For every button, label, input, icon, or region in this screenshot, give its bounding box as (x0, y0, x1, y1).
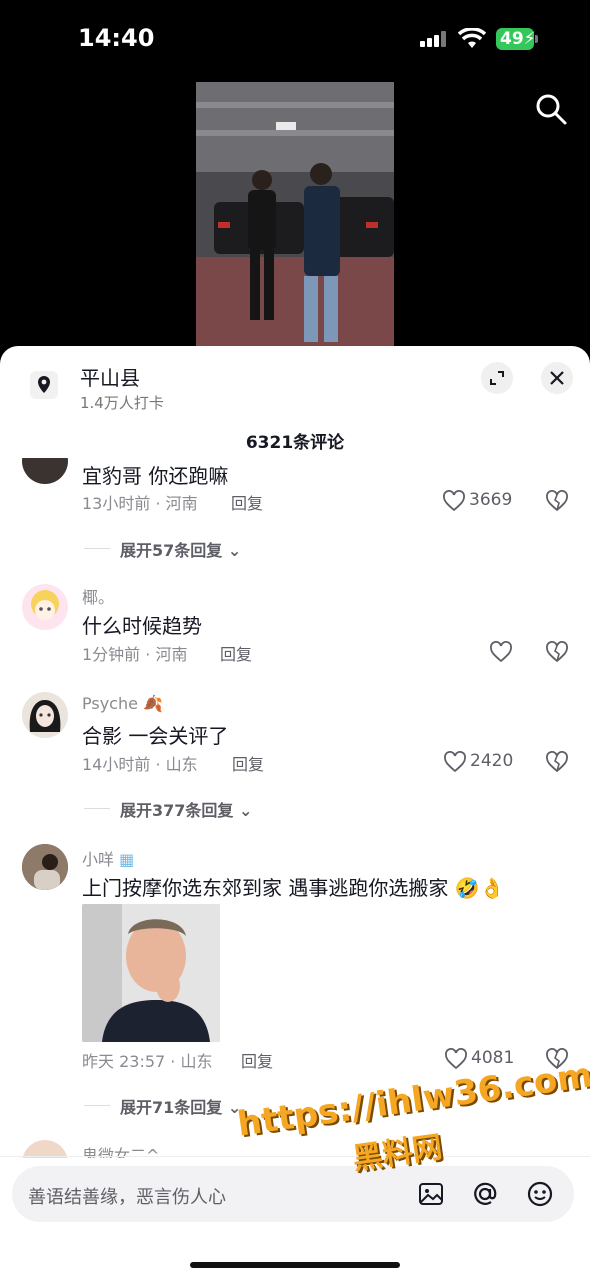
ice-badge-icon: ▦ (114, 850, 135, 869)
dislike-icon[interactable] (545, 751, 569, 773)
avatar[interactable] (22, 584, 68, 630)
comment-meta: 13小时前 · 河南 (82, 494, 198, 513)
wifi-icon (458, 28, 486, 48)
video-frame (196, 82, 394, 346)
reply-button[interactable]: 回复 (220, 641, 252, 665)
expand-divider (84, 548, 110, 549)
search-icon[interactable] (534, 92, 568, 126)
emoji-icon[interactable] (526, 1180, 554, 1208)
username[interactable]: 小咩 ▦ (82, 846, 134, 870)
avatar[interactable] (22, 692, 68, 738)
avatar-image (29, 700, 61, 732)
avatar-image (31, 590, 59, 620)
like-count: 3669 (469, 490, 513, 510)
comment-meta: 1分钟前 · 河南 (82, 645, 188, 664)
comment-list[interactable]: 宜豹哥 你还跑嘛 13小时前 · 河南 回复 3669 展开57条回复 ⌄ 椰。… (0, 458, 590, 1158)
meme-image (82, 904, 220, 1042)
comment-input-placeholder: 善语结善缘，恶言伤人心 (28, 1187, 226, 1208)
comment-text: 宜豹哥 你还跑嘛 (82, 464, 229, 488)
at-icon[interactable] (471, 1180, 499, 1208)
video-player[interactable] (196, 82, 394, 346)
reply-button[interactable]: 回复 (241, 1048, 273, 1072)
comment-text: 什么时候趋势 (82, 614, 202, 638)
expand-replies[interactable]: 展开377条回复 ⌄ (120, 797, 252, 821)
comment-image[interactable] (82, 904, 220, 1042)
comment-meta: 14小时前 · 山东 (82, 755, 198, 774)
laugh-emoji-icon: 🤣 (448, 876, 480, 900)
expand-icon (490, 371, 504, 385)
divider (0, 1156, 590, 1157)
like-count: 2420 (470, 751, 514, 771)
expand-divider (84, 808, 110, 809)
like-count: 4081 (471, 1048, 515, 1068)
username[interactable]: Psyche 🍂 (82, 694, 163, 713)
heart-icon[interactable] (442, 490, 466, 512)
expand-replies[interactable]: 展开57条回复 ⌄ (120, 537, 241, 561)
close-button[interactable] (541, 362, 573, 394)
battery-indicator: 49⚡ (496, 28, 536, 50)
dislike-icon[interactable] (545, 641, 569, 663)
close-icon (550, 371, 564, 385)
avatar[interactable] (22, 458, 68, 484)
avatar-image (22, 844, 68, 890)
battery-cap (535, 35, 538, 43)
location-name[interactable]: 平山县 (80, 362, 140, 391)
location-pin-icon (30, 371, 58, 399)
ok-hand-emoji-icon: 👌 (479, 876, 505, 900)
location-checkins: 1.4万人打卡 (80, 394, 164, 412)
comment-text: 合影 一会关评了 (82, 724, 229, 748)
heart-icon[interactable] (489, 641, 513, 663)
heart-icon[interactable] (444, 1048, 468, 1070)
comment-count: 6321条评论 (245, 433, 345, 453)
reply-button[interactable]: 回复 (231, 490, 263, 514)
heart-icon[interactable] (443, 751, 467, 773)
username[interactable]: 椰。 (82, 584, 114, 608)
home-indicator (190, 1262, 400, 1268)
dislike-icon[interactable] (545, 490, 569, 512)
expand-replies[interactable]: 展开71条回复 ⌄ (120, 1094, 241, 1118)
expand-divider (84, 1105, 110, 1106)
expand-button[interactable] (481, 362, 513, 394)
image-icon[interactable] (417, 1180, 445, 1208)
signal-icon (420, 31, 448, 47)
reply-button[interactable]: 回复 (232, 751, 264, 775)
comment-meta: 昨天 23:57 · 山东 (82, 1052, 213, 1071)
avatar[interactable] (22, 844, 68, 890)
comment-text: 上门按摩你选东郊到家 遇事逃跑你选搬家 🤣👌 (82, 876, 505, 900)
leaf-badge-icon: 🍂 (137, 694, 163, 713)
status-time: 14:40 (78, 24, 155, 52)
